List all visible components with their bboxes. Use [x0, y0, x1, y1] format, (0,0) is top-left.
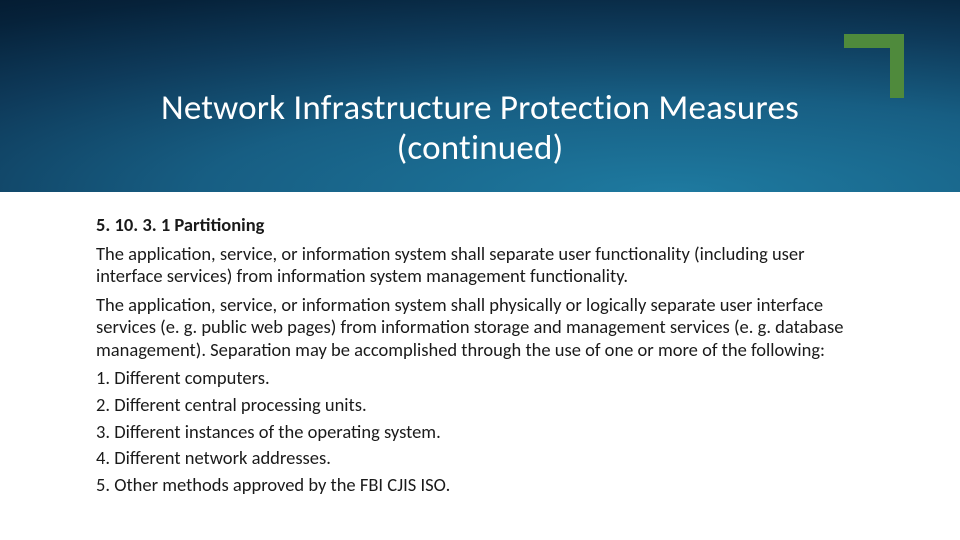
list-item: 2. Different central processing units.: [96, 394, 864, 417]
list-item: 4. Different network addresses.: [96, 447, 864, 470]
list-item: 5. Other methods approved by the FBI CJI…: [96, 474, 864, 497]
paragraph-2: The application, service, or information…: [96, 294, 864, 362]
slide-body: 5. 10. 3. 1 Partitioning The application…: [0, 192, 960, 496]
title-line-2: (continued): [397, 127, 564, 169]
paragraph-1: The application, service, or information…: [96, 243, 864, 288]
section-heading: 5. 10. 3. 1 Partitioning: [96, 214, 864, 237]
list-item: 1. Different computers.: [96, 367, 864, 390]
slide-header: Network Infrastructure Protection Measur…: [0, 0, 960, 192]
slide-title: Network Infrastructure Protection Measur…: [0, 88, 960, 169]
list-item: 3. Different instances of the operating …: [96, 421, 864, 444]
title-line-1: Network Infrastructure Protection Measur…: [161, 87, 799, 129]
